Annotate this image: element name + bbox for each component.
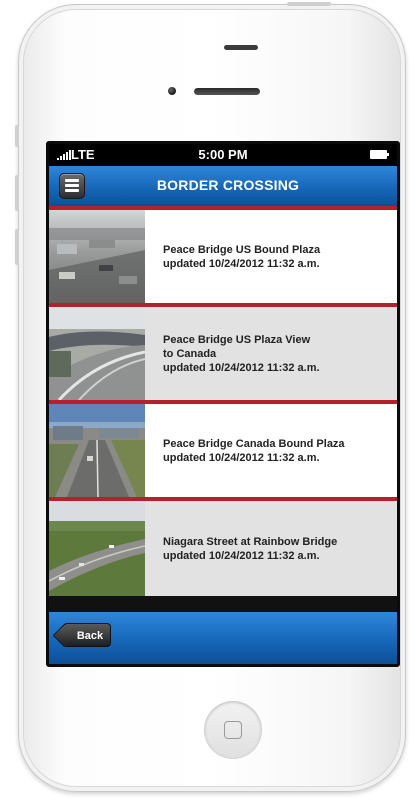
camera-thumbnail xyxy=(49,404,145,497)
ringer-switch xyxy=(15,125,19,147)
home-button[interactable] xyxy=(204,701,262,759)
nav-bar: BORDER CROSSING xyxy=(49,166,397,210)
camera-list-item[interactable]: Peace Bridge US Plaza View to Canada upd… xyxy=(49,307,397,404)
camera-list-item[interactable]: Niagara Street at Rainbow Bridge updated… xyxy=(49,501,397,596)
back-button-label: Back xyxy=(76,630,104,642)
front-camera-icon xyxy=(168,87,176,95)
volume-down-button xyxy=(15,229,19,265)
camera-list: Peace Bridge US Bound Plaza updated 10/2… xyxy=(49,210,397,596)
phone-screen: LTE 5:00 PM BORDER CROSSING Peace Bridge… xyxy=(46,141,400,667)
camera-info: Peace Bridge US Plaza View to Canada upd… xyxy=(163,307,391,400)
home-square-icon xyxy=(224,721,242,739)
camera-title: Peace Bridge US Plaza View xyxy=(163,333,311,346)
volume-up-button xyxy=(15,175,19,211)
camera-list-item[interactable]: Peace Bridge Canada Bound Plaza updated … xyxy=(49,404,397,501)
bottom-toolbar: Back xyxy=(49,612,397,664)
camera-thumbnail xyxy=(49,501,145,596)
camera-thumbnail xyxy=(49,210,145,303)
camera-info: Peace Bridge US Bound Plaza updated 10/2… xyxy=(163,210,391,303)
earpiece-speaker xyxy=(194,88,260,95)
sleep-button xyxy=(287,2,331,6)
camera-title: Niagara Street at Rainbow Bridge xyxy=(163,535,338,548)
camera-info: Niagara Street at Rainbow Bridge updated… xyxy=(163,501,391,596)
camera-updated: updated 10/24/2012 11:32 a.m. xyxy=(163,361,320,374)
status-time: 5:00 PM xyxy=(198,147,248,162)
battery-icon xyxy=(370,150,389,159)
camera-info: Peace Bridge Canada Bound Plaza updated … xyxy=(163,404,391,497)
camera-thumbnail xyxy=(49,307,145,400)
camera-title: Peace Bridge Canada Bound Plaza xyxy=(163,437,345,450)
camera-list-item[interactable]: Peace Bridge US Bound Plaza updated 10/2… xyxy=(49,210,397,307)
top-notch xyxy=(224,45,258,50)
page-title: BORDER CROSSING xyxy=(156,177,300,193)
status-bar: LTE 5:00 PM xyxy=(49,144,397,166)
camera-updated: updated 10/24/2012 11:32 a.m. xyxy=(163,549,320,562)
camera-title: Peace Bridge US Bound Plaza xyxy=(163,243,321,256)
camera-title-line2: to Canada xyxy=(163,347,217,360)
back-button[interactable]: Back xyxy=(63,623,111,647)
camera-updated: updated 10/24/2012 11:32 a.m. xyxy=(163,451,320,464)
camera-updated: updated 10/24/2012 11:32 a.m. xyxy=(163,257,320,270)
